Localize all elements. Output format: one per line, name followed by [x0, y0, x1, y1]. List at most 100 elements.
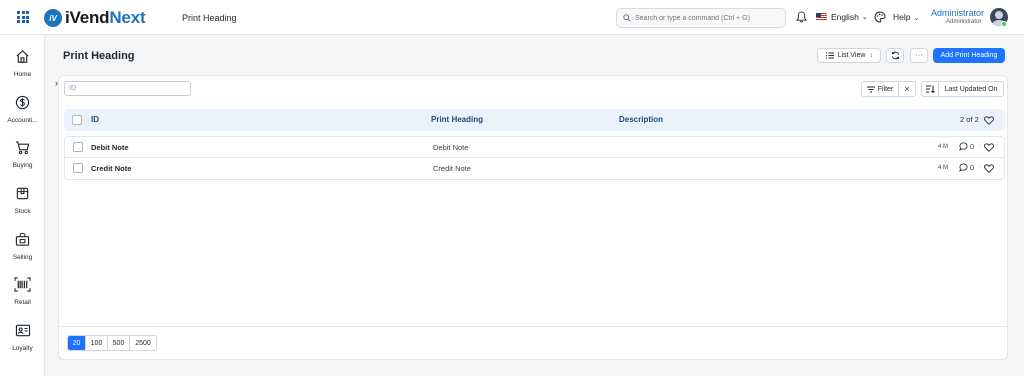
top-navbar: iV iVendNext Print Heading English ⌄ Hel… [0, 0, 1024, 35]
sidebar-item-label: Loyalty [12, 345, 33, 352]
footer-divider [59, 326, 1007, 327]
logo-mark: iV [44, 9, 62, 27]
chevron-updown-icon: ↕ [869, 52, 873, 59]
column-header-description[interactable]: Description [619, 115, 663, 124]
page-size-selector: 20 100 500 2500 [67, 335, 157, 351]
add-print-heading-button[interactable]: Add Print Heading [933, 48, 1005, 63]
language-selector[interactable]: English ⌄ [816, 12, 868, 22]
list-view-label: List View [837, 52, 866, 59]
chevron-down-icon: ⌄ [861, 14, 868, 21]
brand-logo[interactable]: iV iVendNext [44, 8, 146, 28]
select-all-checkbox[interactable] [72, 115, 82, 125]
more-label: ··· [915, 52, 923, 59]
dollar-icon [15, 95, 30, 110]
table-row[interactable]: Credit Note Credit Note 4 M 0 · [64, 158, 1005, 180]
row-comment-count[interactable]: 0 [959, 163, 974, 172]
search-bar[interactable] [616, 8, 786, 28]
sidebar-toggle-chevron-icon[interactable]: › [55, 78, 58, 88]
filter-icon [866, 86, 875, 92]
sidebar-item-stock[interactable]: Stock [0, 186, 45, 215]
close-icon: × [904, 84, 910, 94]
page-title: Print Heading [63, 50, 135, 62]
row-id-link[interactable]: Debit Note [91, 143, 129, 152]
comment-icon [959, 163, 968, 172]
search-input[interactable] [635, 14, 785, 22]
separator-dot: · [978, 163, 981, 170]
heart-icon[interactable] [984, 143, 994, 152]
shop-icon [15, 232, 30, 246]
heart-icon[interactable] [984, 164, 994, 173]
sidebar-item-buying[interactable]: Buying [0, 140, 45, 169]
page-size-500[interactable]: 500 [108, 336, 130, 350]
help-label: Help [893, 12, 911, 22]
comment-icon [959, 142, 968, 151]
column-header-id[interactable]: ID [91, 115, 99, 124]
search-icon [623, 14, 631, 22]
list-icon [825, 52, 834, 59]
sort-direction-button[interactable] [921, 81, 939, 97]
sidebar-item-label: Selling [12, 254, 33, 261]
comment-count: 0 [970, 142, 975, 151]
language-label: English [831, 12, 859, 22]
user-name[interactable]: Administrator [931, 8, 984, 18]
page-size-20[interactable]: 20 [68, 336, 86, 350]
home-icon [16, 50, 29, 63]
id-filter-input[interactable]: ID [64, 81, 191, 96]
chevron-down-icon: ⌄ [913, 15, 920, 22]
brand-name: iVendNext [65, 8, 146, 28]
comment-count: 0 [970, 163, 975, 172]
sidebar-item-label: Home [13, 71, 32, 78]
filter-button[interactable]: Filter [861, 81, 899, 97]
barcode-icon [14, 277, 31, 292]
sort-descending-icon [925, 85, 935, 93]
us-flag-icon [816, 13, 827, 21]
column-header-print-heading[interactable]: Print Heading [431, 115, 483, 124]
row-checkbox[interactable] [73, 163, 83, 173]
brand-prefix: iVend [65, 8, 110, 27]
sort-by-label: Last Updated On [944, 85, 998, 93]
heart-icon[interactable] [984, 116, 994, 125]
sidebar-item-label: Retail [14, 299, 31, 306]
add-button-label: Add Print Heading [940, 52, 998, 59]
online-status-dot [1001, 21, 1007, 27]
page-size-2500[interactable]: 2500 [130, 336, 156, 350]
row-id-link[interactable]: Credit Note [91, 164, 131, 173]
more-actions-button[interactable]: ··· [910, 48, 928, 63]
row-print-heading: Credit Note [433, 164, 471, 173]
row-comment-count[interactable]: 0 [959, 142, 974, 151]
sidebar-item-retail[interactable]: Retail [0, 277, 45, 306]
refresh-button[interactable] [886, 48, 904, 63]
notification-bell-icon[interactable] [796, 11, 807, 23]
separator-dot: · [978, 142, 981, 149]
row-modified-time: 4 M [938, 165, 949, 171]
sidebar-item-label: Accounti... [7, 117, 38, 124]
refresh-icon [891, 51, 899, 60]
palette-icon[interactable] [874, 11, 886, 23]
page-size-100[interactable]: 100 [86, 336, 108, 350]
record-count: 2 of 2 [960, 115, 979, 124]
sidebar: Home Accounti... Buying Stock Selling Re… [0, 35, 45, 376]
sort-by-selector[interactable]: Last Updated On [939, 81, 1004, 97]
list-view-button[interactable]: List View ↕ [817, 48, 881, 63]
sidebar-item-label: Buying [12, 162, 33, 169]
apps-grid-icon[interactable] [17, 11, 29, 23]
sidebar-item-accounting[interactable]: Accounti... [0, 95, 45, 124]
cart-icon [15, 141, 30, 155]
table-row[interactable]: Debit Note Debit Note 4 M 0 · [64, 136, 1005, 158]
filter-label: Filter [877, 85, 894, 93]
box-icon [16, 187, 29, 200]
help-menu[interactable]: Help ⌄ [893, 12, 919, 22]
sidebar-item-label: Stock [14, 208, 31, 215]
user-role: Administrator [946, 19, 982, 25]
list-header: ID Print Heading Description 2 of 2 [64, 109, 1005, 131]
row-print-heading: Debit Note [433, 143, 469, 152]
sidebar-item-loyalty[interactable]: Loyalty [0, 323, 45, 352]
brand-suffix: Next [109, 8, 146, 27]
sidebar-item-selling[interactable]: Selling [0, 232, 45, 261]
clear-filter-button[interactable]: × [899, 81, 916, 97]
breadcrumb-title[interactable]: Print Heading [182, 13, 237, 23]
row-modified-time: 4 M [938, 144, 949, 150]
id-card-icon [15, 324, 30, 337]
row-checkbox[interactable] [73, 142, 83, 152]
sidebar-item-home[interactable]: Home [0, 49, 45, 78]
